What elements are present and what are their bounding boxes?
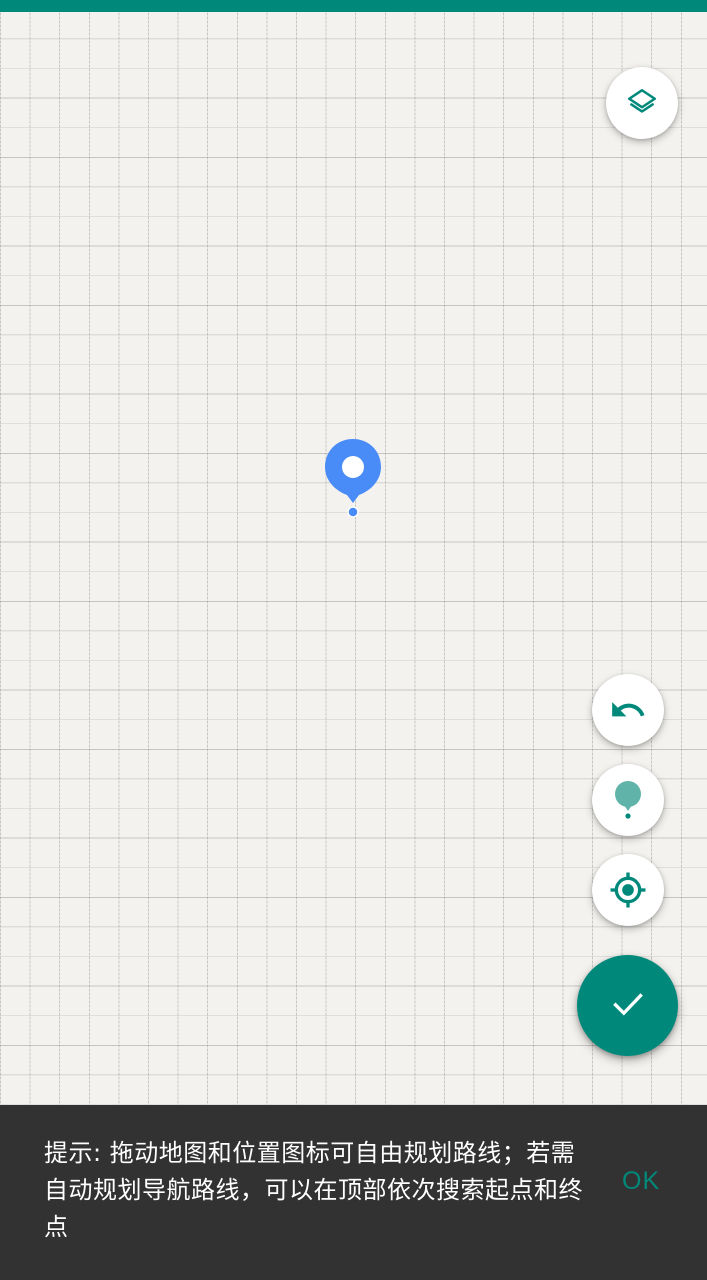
status-bar xyxy=(0,0,707,12)
snackbar-ok-button[interactable]: OK xyxy=(622,1167,660,1196)
add-marker-button[interactable] xyxy=(592,764,664,836)
map-marker-icon xyxy=(610,780,646,820)
layers-icon xyxy=(625,86,659,120)
confirm-button[interactable] xyxy=(577,955,678,1056)
my-location-icon xyxy=(608,870,648,910)
snackbar-message: 提示: 拖动地图和位置图标可自由规划路线；若需自动规划导航路线，可以在顶部依次搜… xyxy=(44,1139,583,1241)
hint-snackbar: 提示: 拖动地图和位置图标可自由规划路线；若需自动规划导航路线，可以在顶部依次搜… xyxy=(0,1105,707,1280)
layers-button[interactable] xyxy=(606,67,678,139)
my-location-button[interactable] xyxy=(592,854,664,926)
undo-button[interactable] xyxy=(592,674,664,746)
location-pin-icon[interactable] xyxy=(322,437,384,518)
map-canvas[interactable] xyxy=(0,12,707,1105)
check-icon xyxy=(608,984,648,1028)
undo-icon xyxy=(609,691,647,729)
